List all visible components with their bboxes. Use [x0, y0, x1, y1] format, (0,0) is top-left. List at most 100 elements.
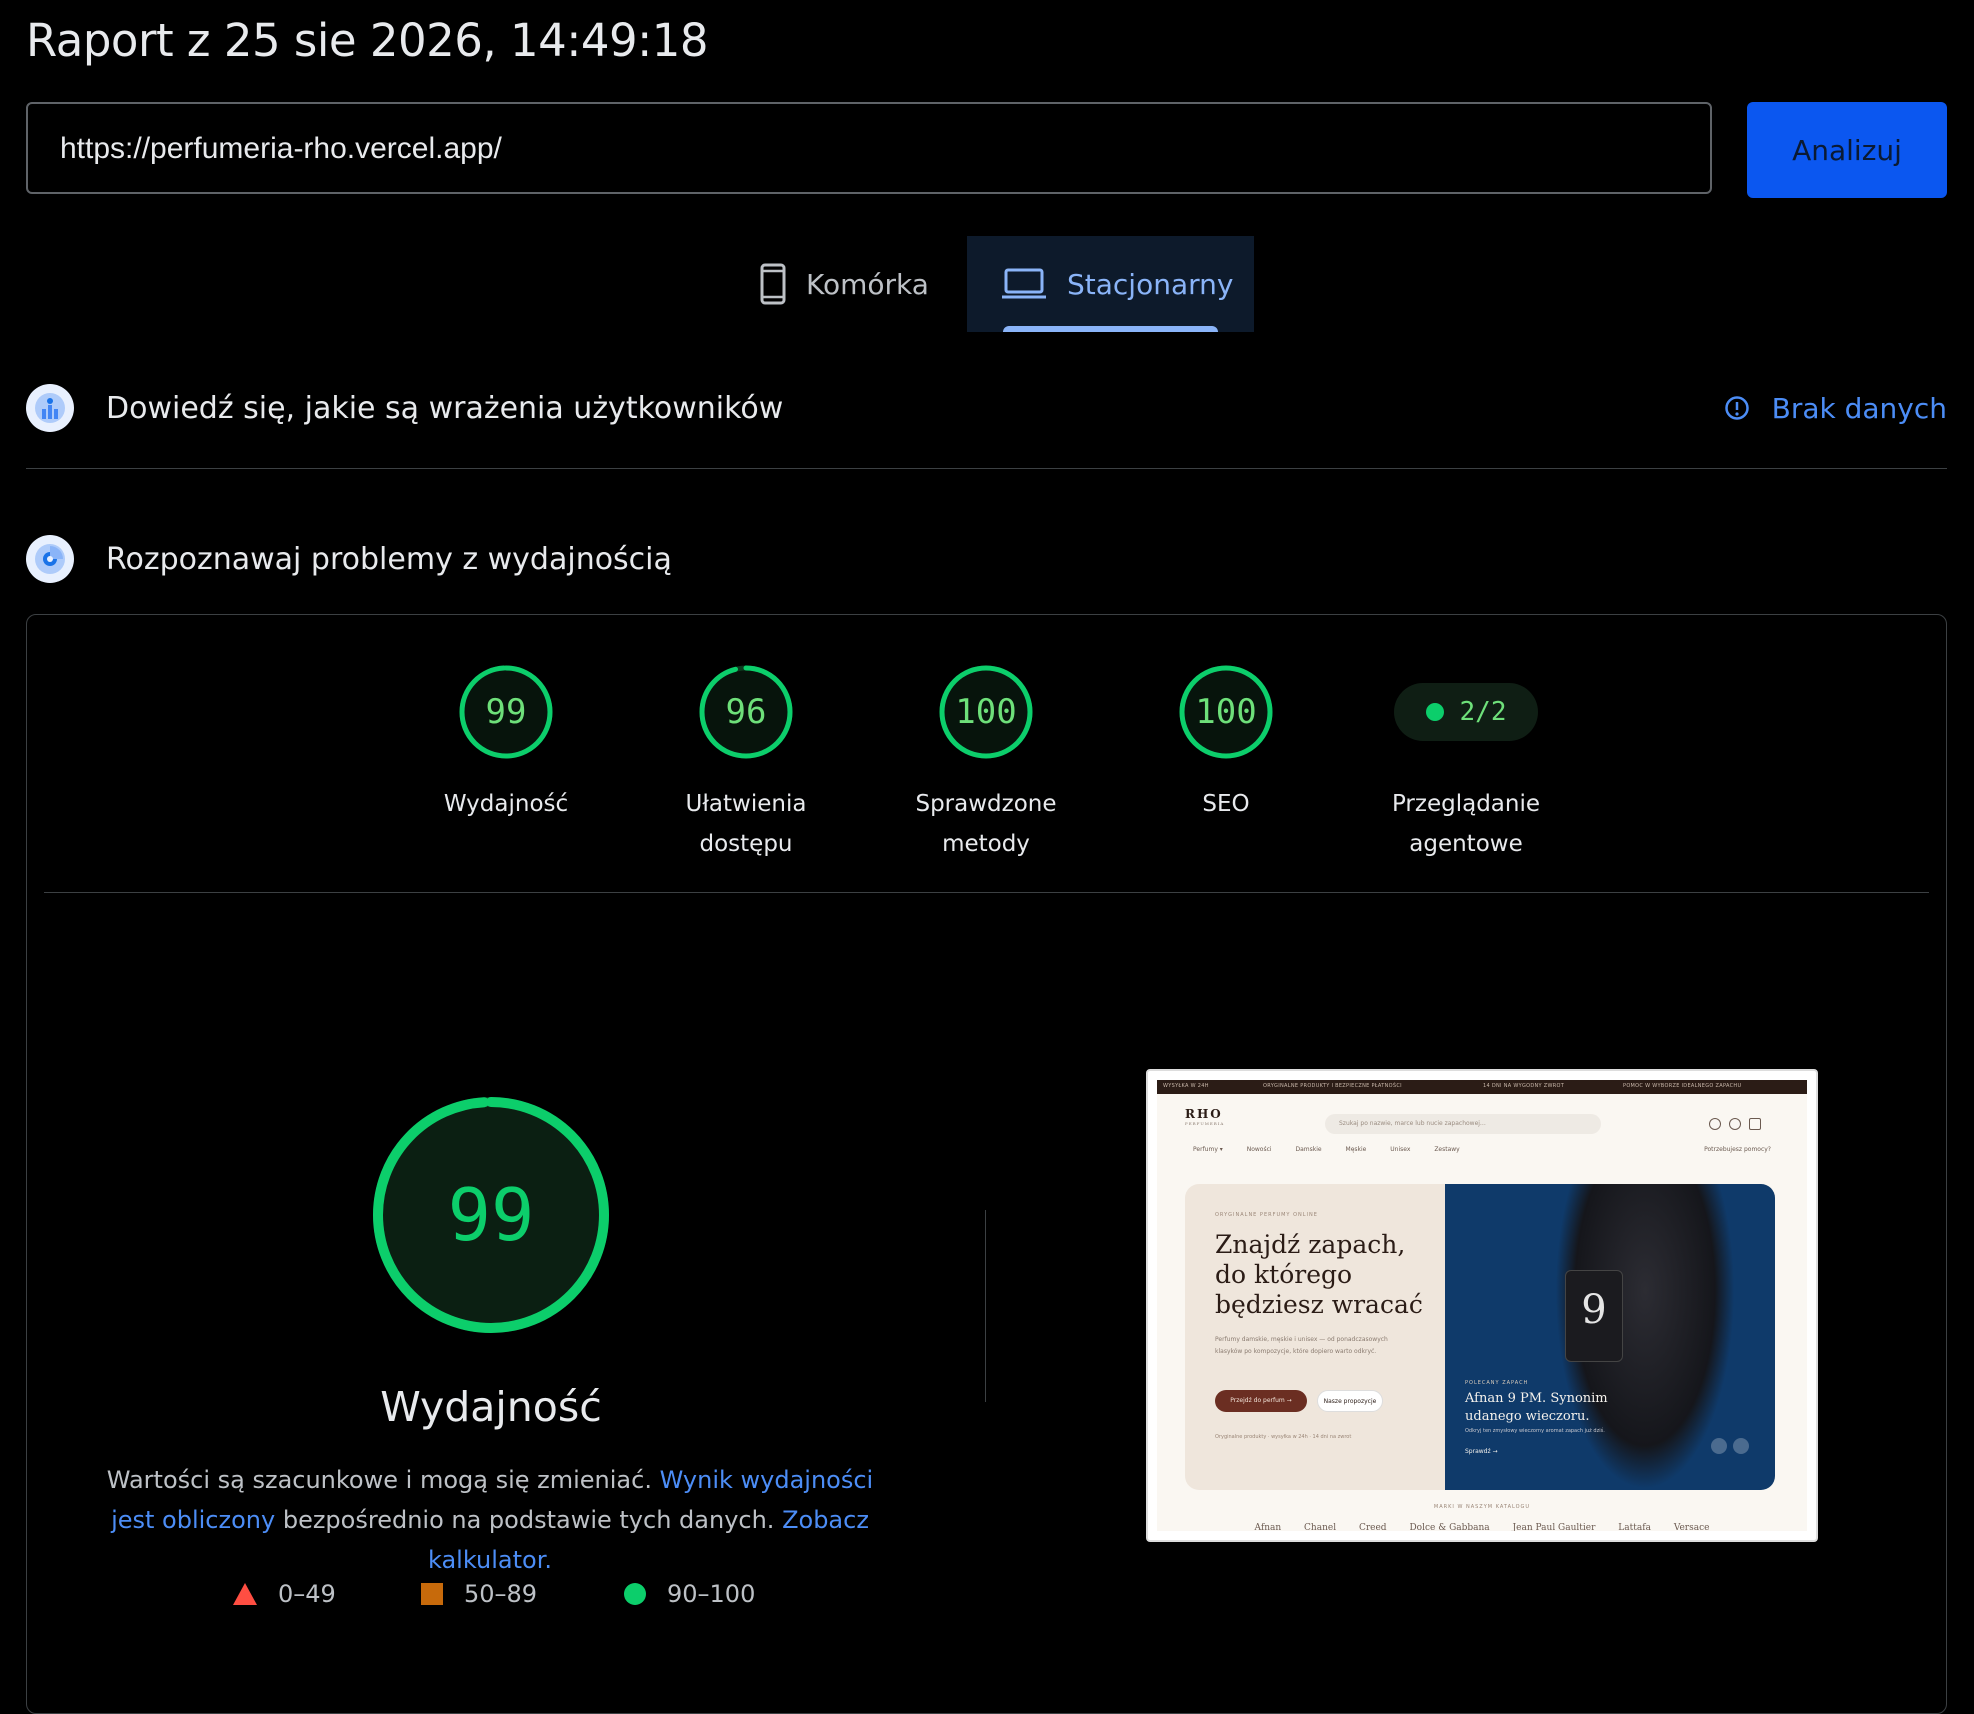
gauge-label-line2: dostępu [699, 831, 793, 857]
nav-item: Damskie [1295, 1146, 1322, 1153]
legend-range: 50–89 [464, 1580, 538, 1608]
brand-item: Afnan [1254, 1523, 1282, 1531]
tab-mobile-label: Komórka [806, 267, 929, 301]
brands-title: MARKI W NASZYM KATALOGU [1433, 1504, 1531, 1510]
gauge-label-line2: agentowe [1409, 831, 1523, 857]
no-data-link[interactable]: Brak danych [1724, 392, 1947, 425]
heart-icon [1729, 1118, 1741, 1130]
slide-title: Afnan 9 PM. Synonim udanego wieczoru. [1465, 1391, 1608, 1424]
nav-item: Perfumy ▾ [1193, 1146, 1223, 1153]
hero-secondary-button: Nasze propozycje [1317, 1390, 1383, 1412]
gauge-label: Przeglądanie agentowe [1366, 784, 1566, 864]
legend-pass: 90–100 [623, 1580, 755, 1608]
cart-icon [1749, 1118, 1761, 1130]
tab-selected-indicator [1003, 326, 1218, 332]
gauge-label: Wydajność [406, 784, 606, 824]
brand-item: Dolce & Gabbana [1409, 1523, 1490, 1531]
perfume-bottle: 9 [1565, 1270, 1623, 1362]
triangle-icon [233, 1583, 257, 1605]
next-arrow-icon [1733, 1438, 1749, 1454]
pass-dot-icon [1425, 703, 1444, 721]
prev-arrow-icon [1711, 1438, 1727, 1454]
legend-average: 50–89 [420, 1580, 537, 1608]
nav-item: Unisex [1390, 1146, 1411, 1153]
performance-description: Wartości są szacunkowe i mogą się zmieni… [90, 1460, 890, 1580]
gauge-seo[interactable]: 100 SEO [1126, 662, 1326, 824]
logo-sub: PERFUMERIA [1185, 1121, 1225, 1126]
performance-score: 99 [447, 1173, 535, 1257]
gauge-label-line2: metody [942, 831, 1030, 857]
slide-sub: Odkryj ten zmysłowy wieczorny aromat zap… [1465, 1428, 1605, 1434]
gauge-label-line1: Przeglądanie [1391, 791, 1541, 817]
field-data-section: Dowiedź się, jakie są wrażenia użytkowni… [26, 384, 1947, 432]
preview-logo: RHO PERFUMERIA [1185, 1107, 1224, 1126]
circle-icon [624, 1583, 646, 1605]
hero-headline: Znajdź zapach, do którego będziesz wraca… [1215, 1230, 1423, 1319]
gauge-agentic[interactable]: 2/2 Przeglądanie agentowe [1366, 662, 1566, 864]
gauge-label-line1: SEO [1202, 791, 1250, 817]
hero-sub: Perfumy damskie, męskie i unisex — od po… [1215, 1336, 1388, 1355]
lighthouse-icon [26, 535, 74, 583]
gauge-best-practices[interactable]: 100 Sprawdzone metody [886, 662, 1086, 864]
gauge-label-line1: Sprawdzone [915, 791, 1057, 817]
gauge-ring: 100 [936, 662, 1036, 762]
info-icon [1724, 396, 1749, 420]
field-data-title: Dowiedź się, jakie są wrażenia użytkowni… [106, 390, 784, 426]
gauge-label: SEO [1126, 784, 1326, 824]
preview-nav: Perfumy ▾ Nowości Damskie Męskie Unisex … [1193, 1146, 1482, 1153]
tab-mobile[interactable]: Komórka [742, 236, 967, 332]
gauge-label-line1: Ułatwienia [685, 791, 807, 817]
gauge-performance[interactable]: 99 Wydajność [406, 662, 606, 824]
user-icon [1709, 1118, 1721, 1130]
preview-hero-image: 9 POLECANY ZAPACH Afnan 9 PM. Synonim ud… [1445, 1184, 1775, 1490]
tab-desktop[interactable]: Stacjonarny [967, 236, 1254, 332]
preview-hero-text: ORYGINALNE PERFUMY ONLINE Znajdź zapach,… [1185, 1184, 1445, 1490]
brand-item: Jean Paul Gaultier [1512, 1523, 1596, 1531]
gauge-accessibility[interactable]: 96 Ułatwienia dostępu [646, 662, 846, 864]
gauge-score: 100 [1195, 692, 1257, 732]
logo-text: RHO [1185, 1107, 1223, 1121]
hero-eyebrow: ORYGINALNE PERFUMY ONLINE [1215, 1212, 1318, 1218]
performance-label: Wydajność [380, 1383, 602, 1431]
gauge-ring: 99 [456, 662, 556, 762]
topbar-item: ORYGINALNE PRODUKTY I BEZPIECZNE PŁATNOŚ… [1263, 1083, 1402, 1089]
lab-data-title: Rozpoznawaj problemy z wydajnością [106, 541, 672, 577]
square-icon [421, 1583, 443, 1605]
section-divider [26, 468, 1947, 469]
url-field[interactable] [26, 102, 1712, 194]
tab-desktop-label: Stacjonarny [1067, 267, 1234, 301]
nav-item: Zestawy [1434, 1146, 1460, 1153]
final-screenshot[interactable]: WYSYŁKA W 24H ORYGINALNE PRODUKTY I BEZP… [1146, 1069, 1818, 1542]
agentic-value: 2/2 [1459, 697, 1507, 727]
nav-item: Nowości [1246, 1146, 1272, 1153]
laptop-icon [1002, 268, 1046, 299]
gauge-label: Ułatwienia dostępu [646, 784, 846, 864]
brand-item: Versace [1673, 1523, 1710, 1531]
panel-divider [44, 892, 1929, 893]
brand-item: Lattafa [1618, 1523, 1651, 1531]
nav-item: Męskie [1345, 1146, 1367, 1153]
preview-search: Szukaj po nazwie, marce lub nucie zapach… [1325, 1114, 1601, 1134]
gauge-score: 100 [955, 692, 1017, 732]
users-chart-icon [26, 384, 74, 432]
gauge-ring: 96 [696, 662, 796, 762]
gauge-ring: 100 [1176, 662, 1276, 762]
brands-list: Afnan Chanel Creed Dolce & Gabbana Jean … [1157, 1523, 1807, 1531]
brand-item: Chanel [1304, 1523, 1337, 1531]
smartphone-icon [760, 263, 786, 305]
legend-range: 90–100 [667, 1580, 756, 1608]
analyze-button[interactable]: Analizuj [1747, 102, 1947, 198]
topbar-item: POMOC W WYBORZE IDEALNEGO ZAPACHU [1623, 1083, 1742, 1089]
desc-text: bezpośrednio na podstawie tych danych. [275, 1506, 783, 1534]
preview-topbar: WYSYŁKA W 24H ORYGINALNE PRODUKTY I BEZP… [1157, 1080, 1807, 1094]
legend-range: 0–49 [278, 1580, 336, 1608]
legend-fail: 0–49 [232, 1580, 336, 1608]
vertical-divider [985, 1210, 986, 1402]
url-input[interactable] [58, 104, 1662, 194]
slide-eyebrow: POLECANY ZAPACH [1465, 1380, 1529, 1386]
lab-data-section: Rozpoznawaj problemy z wydajnością [26, 535, 1947, 583]
gauge-label-line1: Wydajność [443, 791, 569, 817]
topbar-item: 14 DNI NA WYGODNY ZWROT [1483, 1083, 1565, 1089]
hero-note: Oryginalne produkty · wysyłka w 24h · 14… [1215, 1434, 1352, 1440]
brand-item: Creed [1358, 1523, 1387, 1531]
